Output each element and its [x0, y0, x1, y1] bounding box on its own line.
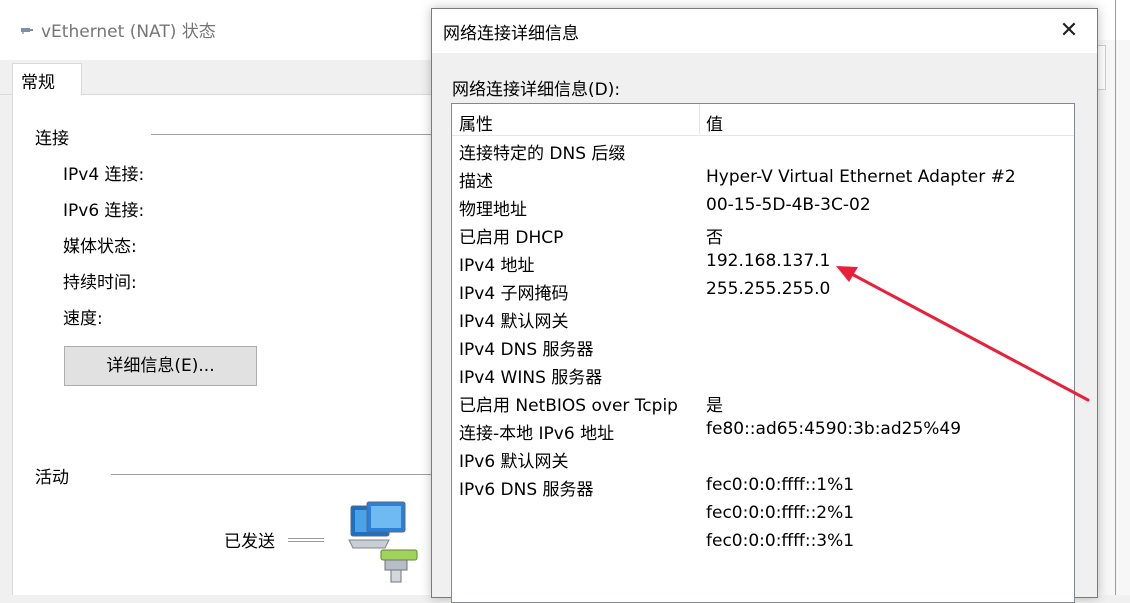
- property-cell: 已启用 NetBIOS over Tcpip: [459, 396, 678, 416]
- network-computers-icon: [348, 501, 418, 583]
- property-cell: IPv6 默认网关: [459, 452, 569, 472]
- ipv6-connectivity-label: IPv6 连接:: [63, 201, 145, 221]
- value-cell: 是: [706, 396, 723, 416]
- speed-label: 速度:: [63, 309, 103, 329]
- dialog-title: 网络连接详细信息: [443, 24, 579, 44]
- status-window-title: vEthernet (NAT) 状态: [41, 22, 216, 42]
- details-button[interactable]: 详细信息(E)...: [64, 346, 257, 386]
- column-header-property[interactable]: 属性: [459, 110, 493, 135]
- connection-group-divider: [151, 134, 433, 135]
- value-cell: 否: [706, 228, 723, 248]
- value-cell: 192.168.137.1: [706, 251, 831, 271]
- activity-group-divider: [111, 474, 433, 475]
- column-header-value[interactable]: 值: [706, 110, 723, 135]
- property-cell: 描述: [459, 172, 493, 192]
- sent-label: 已发送: [224, 532, 275, 552]
- value-cell: fec0:0:0:ffff::1%1: [706, 475, 855, 495]
- property-cell: IPv4 地址: [459, 256, 535, 276]
- details-listview[interactable]: 属性 值 连接特定的 DNS 后缀 描述 Hyper-V Virtual Eth…: [451, 103, 1075, 603]
- ipv4-connectivity-label: IPv4 连接:: [63, 165, 145, 185]
- value-cell: 00-15-5D-4B-3C-02: [706, 195, 871, 215]
- list-item[interactable]: 描述 Hyper-V Virtual Ethernet Adapter #2: [452, 164, 1074, 192]
- list-item[interactable]: IPv4 地址 192.168.137.1: [452, 248, 1074, 276]
- list-item[interactable]: fec0:0:0:ffff::2%1: [452, 500, 1074, 528]
- value-cell: fe80::ad65:4590:3b:ad25%49: [706, 419, 962, 439]
- network-details-dialog: 网络连接详细信息 ✕ 网络连接详细信息(D): 属性 值 连接特定的 DNS 后…: [431, 8, 1098, 603]
- property-cell: IPv4 WINS 服务器: [459, 368, 603, 388]
- list-header: 属性 值: [452, 104, 1074, 136]
- value-cell: fec0:0:0:ffff::2%1: [706, 503, 855, 523]
- tab-general[interactable]: 常规: [12, 63, 82, 96]
- network-adapter-icon: [21, 28, 33, 34]
- dialog-titlebar: 网络连接详细信息 ✕: [432, 9, 1097, 53]
- list-item[interactable]: 连接-本地 IPv6 地址 fe80::ad65:4590:3b:ad25%49: [452, 416, 1074, 444]
- property-cell: IPv4 DNS 服务器: [459, 340, 594, 360]
- property-cell: 已启用 DHCP: [459, 228, 564, 248]
- property-cell: 连接特定的 DNS 后缀: [459, 144, 626, 164]
- list-item[interactable]: IPv6 DNS 服务器 fec0:0:0:ffff::1%1: [452, 472, 1074, 500]
- list-item[interactable]: 连接特定的 DNS 后缀: [452, 136, 1074, 164]
- list-item[interactable]: 物理地址 00-15-5D-4B-3C-02: [452, 192, 1074, 220]
- list-item[interactable]: fec0:0:0:ffff::3%1: [452, 528, 1074, 556]
- list-item[interactable]: 已启用 DHCP 否: [452, 220, 1074, 248]
- property-cell: 连接-本地 IPv6 地址: [459, 424, 615, 444]
- property-cell: IPv4 子网掩码: [459, 284, 569, 304]
- value-cell: Hyper-V Virtual Ethernet Adapter #2: [706, 167, 1016, 187]
- column-separator[interactable]: [699, 104, 700, 134]
- list-item[interactable]: IPv4 子网掩码 255.255.255.0: [452, 276, 1074, 304]
- duration-label: 持续时间:: [63, 273, 137, 293]
- list-item[interactable]: IPv4 默认网关: [452, 304, 1074, 332]
- background-window-border: [1115, 0, 1116, 595]
- value-cell: fec0:0:0:ffff::3%1: [706, 531, 855, 551]
- property-cell: IPv4 默认网关: [459, 312, 569, 332]
- list-item[interactable]: 已启用 NetBIOS over Tcpip 是: [452, 388, 1074, 416]
- list-item[interactable]: IPv4 WINS 服务器: [452, 360, 1074, 388]
- details-list-caption: 网络连接详细信息(D):: [452, 80, 621, 100]
- background-window-edge: [1096, 40, 1130, 595]
- list-item[interactable]: IPv6 默认网关: [452, 444, 1074, 472]
- property-cell: 物理地址: [459, 200, 527, 220]
- list-item[interactable]: IPv4 DNS 服务器: [452, 332, 1074, 360]
- activity-group-label: 活动: [35, 468, 69, 488]
- connection-group-label: 连接: [35, 129, 69, 149]
- close-icon[interactable]: ✕: [1052, 15, 1086, 47]
- sent-indicator-line: [288, 538, 324, 542]
- value-cell: 255.255.255.0: [706, 279, 831, 299]
- media-state-label: 媒体状态:: [63, 237, 137, 257]
- property-cell: IPv6 DNS 服务器: [459, 480, 594, 500]
